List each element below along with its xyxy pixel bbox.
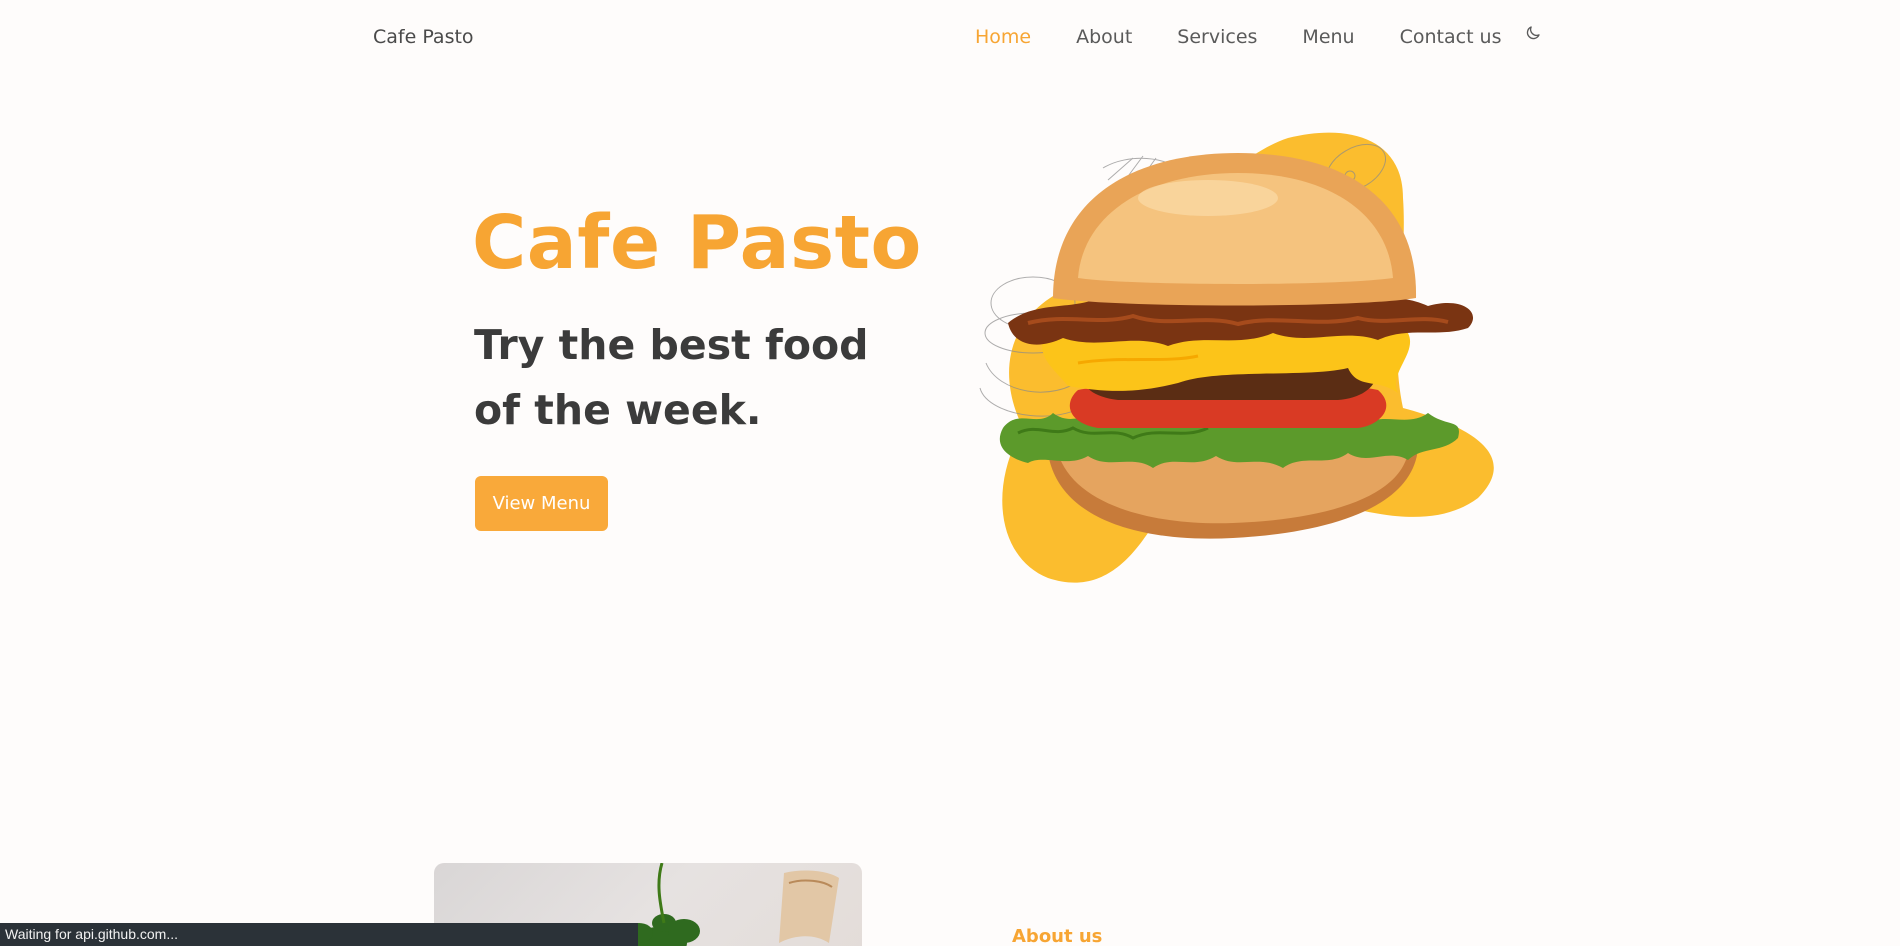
brand-link[interactable]: Cafe Pasto	[373, 26, 474, 48]
view-menu-button[interactable]: View Menu	[475, 476, 608, 531]
nav-home[interactable]: Home	[975, 26, 1031, 48]
nav-services[interactable]: Services	[1177, 26, 1257, 48]
hero-title: Cafe Pasto	[472, 200, 922, 286]
browser-status-bar: Waiting for api.github.com...	[0, 923, 638, 946]
nav-contact[interactable]: Contact us	[1400, 26, 1502, 48]
nav-menu[interactable]: Menu	[1302, 26, 1354, 48]
site-header: Cafe Pasto Home About Services Menu Cont…	[0, 0, 1900, 78]
burger-image	[958, 128, 1498, 598]
main-nav: Home About Services Menu Contact us	[975, 26, 1542, 48]
moon-icon[interactable]	[1524, 24, 1542, 42]
about-section-label: About us	[1012, 926, 1103, 946]
nav-about[interactable]: About	[1076, 26, 1132, 48]
hero-subtitle: Try the best food of the week.	[474, 321, 869, 434]
